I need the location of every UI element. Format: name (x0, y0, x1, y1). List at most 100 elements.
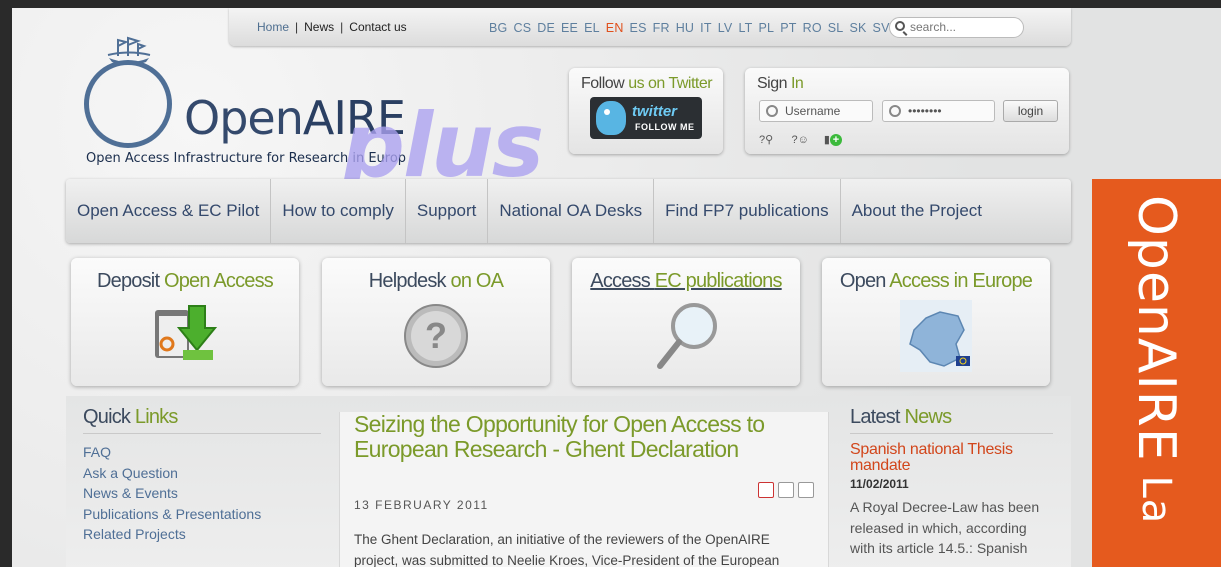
tile-title-a: Helpdesk (368, 270, 451, 292)
twitter-title: Follow us on Twitter (581, 75, 713, 93)
tile-title-a: Deposit (96, 270, 164, 292)
question-icon: ? (404, 304, 468, 368)
logo-ring (84, 60, 172, 148)
register-icon[interactable]: ▮ + (824, 133, 858, 151)
magnifier-icon (657, 303, 717, 369)
twitter-bird-icon (596, 101, 626, 135)
twitter-title-suffix: us on Twitter (628, 75, 713, 92)
lang-sl[interactable]: SL (828, 21, 844, 35)
lang-en[interactable]: EN (606, 21, 624, 35)
openaire-banner[interactable]: OpenAIRE La (1092, 179, 1221, 567)
article-tools (754, 482, 814, 503)
main-article: Seizing the Opportunity for Open Access … (339, 412, 829, 567)
quick-links-title-b: Links (134, 406, 178, 428)
quick-link-ask-question[interactable]: Ask a Question (83, 463, 321, 484)
user-icon (766, 105, 778, 117)
tile-title: Access EC publications (572, 270, 800, 293)
nav-find-fp7-publications[interactable]: Find FP7 publications (654, 179, 841, 243)
password-value: •••••••• (908, 104, 942, 118)
separator: | (295, 20, 299, 34)
tile-title-b: on OA (450, 270, 504, 292)
article-body: The Ghent Declaration, an initiative of … (354, 532, 780, 567)
latest-news-title-a: Latest (850, 406, 905, 428)
username-field[interactable]: Username (759, 100, 873, 122)
lang-ro[interactable]: RO (803, 21, 822, 35)
tile-title: Helpdesk on OA (322, 270, 550, 293)
twitter-logo-text: twitter (632, 103, 677, 120)
latest-news-title: Latest News (850, 406, 1053, 434)
europe-map-icon (900, 300, 972, 372)
latest-news: Latest News Spanish national Thesis mand… (850, 406, 1053, 559)
print-icon[interactable] (778, 482, 794, 498)
lang-hu[interactable]: HU (676, 21, 694, 35)
news-date: 11/02/2011 (850, 477, 909, 491)
nav-open-access-ec-pilot[interactable]: Open Access & EC Pilot (66, 179, 272, 243)
tile-title-a: Open (839, 270, 890, 292)
lang-es[interactable]: ES (630, 21, 647, 35)
quick-link-related-projects[interactable]: Related Projects (83, 524, 321, 545)
quick-links: Quick Links FAQ Ask a Question News & Ev… (83, 406, 321, 545)
search-placeholder: search... (910, 20, 957, 34)
quick-links-title-a: Quick (83, 406, 135, 428)
lang-el[interactable]: EL (584, 21, 600, 35)
quick-link-news-events[interactable]: News & Events (83, 483, 321, 504)
tile-title-a: Access (590, 270, 655, 292)
sign-in-title: Sign In (757, 75, 804, 93)
sign-in-title-suffix: In (790, 75, 804, 92)
news-headline[interactable]: Spanish national Thesis mandate (850, 442, 1053, 474)
pdf-icon[interactable] (758, 482, 774, 498)
email-icon[interactable] (798, 482, 814, 498)
tile-title: Open Access in Europe (822, 270, 1050, 293)
lang-sv[interactable]: SV (873, 21, 890, 35)
lang-fr[interactable]: FR (653, 21, 670, 35)
tile-title-b: Open Access (163, 270, 274, 292)
forgot-password-icon[interactable]: ?⚲ (759, 133, 781, 151)
lang-lv[interactable]: LV (718, 21, 733, 35)
language-selector: BG CS DE EE EL EN ES FR HU IT LV LT PL PT RO SL SK SV (489, 21, 896, 35)
banner-text-small: La (1133, 461, 1179, 525)
contact-link[interactable]: Contact us (349, 20, 406, 34)
tile-helpdesk[interactable]: Helpdesk on OA ? (322, 258, 550, 386)
username-placeholder: Username (785, 104, 841, 118)
quick-links-title: Quick Links (83, 406, 321, 434)
tile-title: Deposit Open Access (71, 270, 299, 293)
twitter-follow-text: FOLLOW ME (635, 122, 695, 132)
lang-bg[interactable]: BG (489, 21, 507, 35)
page: Home | News | Contact us BG CS DE EE EL EN ES FR HU I… (12, 8, 1221, 567)
article-headline[interactable]: Seizing the Opportunity for Open Access … (354, 412, 804, 462)
twitter-title-prefix: Follow (581, 75, 629, 92)
sign-in-box: Sign In Username •••••••• login ?⚲ ?☺ ▮ + (745, 68, 1069, 154)
nav-support[interactable]: Support (406, 179, 489, 243)
login-button[interactable]: login (1003, 100, 1058, 122)
lang-sk[interactable]: SK (849, 21, 866, 35)
search-input[interactable]: search... (889, 17, 1024, 38)
lang-pl[interactable]: PL (759, 21, 775, 35)
logo-name-open: Open (184, 91, 304, 145)
twitter-box: Follow us on Twitter twitter FOLLOW ME (569, 68, 723, 154)
lang-lt[interactable]: LT (738, 21, 752, 35)
site-logo[interactable]: OpenAIRE Open Access Infrastructure for … (84, 36, 554, 197)
password-field[interactable]: •••••••• (882, 100, 995, 122)
nav-about-the-project[interactable]: About the Project (841, 179, 993, 243)
main-nav: Open Access & EC Pilot How to comply Sup… (66, 179, 1071, 243)
nav-how-to-comply[interactable]: How to comply (271, 179, 406, 243)
quick-link-publications[interactable]: Publications & Presentations (83, 504, 321, 525)
quick-link-faq[interactable]: FAQ (83, 442, 321, 463)
home-link[interactable]: Home (257, 20, 289, 34)
news-link[interactable]: News (304, 20, 334, 34)
lang-de[interactable]: DE (537, 21, 555, 35)
tile-deposit[interactable]: Deposit Open Access (71, 258, 299, 386)
tile-open-access-europe[interactable]: Open Access in Europe (822, 258, 1050, 386)
lang-cs[interactable]: CS (513, 21, 531, 35)
banner-text-main: OpenAIRE (1126, 195, 1186, 462)
nav-national-oa-desks[interactable]: National OA Desks (488, 179, 655, 243)
forgot-username-icon[interactable]: ?☺ (791, 134, 813, 152)
tile-access-ec[interactable]: Access EC publications (572, 258, 800, 386)
svg-text:?: ? (425, 315, 447, 356)
twitter-follow-button[interactable]: twitter FOLLOW ME (590, 97, 702, 139)
lang-it[interactable]: IT (700, 21, 712, 35)
lang-ee[interactable]: EE (561, 21, 578, 35)
separator: | (340, 20, 344, 34)
banner-text: OpenAIRE La (1126, 195, 1186, 524)
lang-pt[interactable]: PT (780, 21, 796, 35)
